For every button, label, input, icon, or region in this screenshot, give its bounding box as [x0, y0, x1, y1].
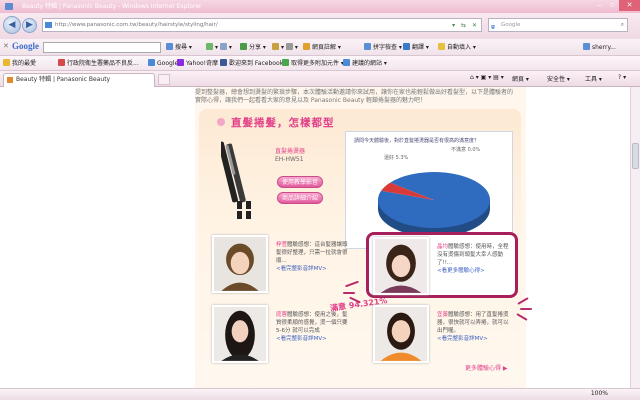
- google-logo: Google: [12, 41, 39, 51]
- reviewer-name: 晶均: [437, 244, 449, 250]
- navigation-bar: ◀ ▶ http://www.panasonic.com.tw/beauty/h…: [0, 13, 640, 39]
- poll-question: 請問今天體驗後，對於直髮捲燙器是否有很高的滿意度？: [354, 138, 480, 144]
- intro-text: 提到整髮器，總會想到燙髮的繁瑣步驟，本次體驗活動邀請你來試用，讓你在家也能輕鬆做…: [195, 89, 514, 104]
- status-bar: 100%: [0, 388, 640, 400]
- review-card-4: 宜蓁體驗感想：用了直髮捲燙器，很快就可以弄捲，就可以出門喔。 <看完整影音詳MV>: [373, 305, 511, 363]
- minimize-button[interactable]: ‒: [593, 0, 606, 11]
- review-text: 體驗感想：這台髮器讓頭髮很好整理，只需一拉就會很順...: [276, 242, 348, 264]
- review-link[interactable]: <看完整影音詳MV>: [276, 266, 327, 272]
- review-link[interactable]: <看完整影音詳MV>: [276, 336, 327, 342]
- favorite-link-addons[interactable]: 取得更多附加元件 ▾: [282, 58, 344, 69]
- tab-beauty[interactable]: Beauty 特輯 | Panasonic Beauty: [3, 73, 155, 87]
- accent-mark: [520, 308, 532, 310]
- favorites-bar: 我的最愛 行政院衛生署藥品不良反... Google Yahoo!奇摩 歡迎來到…: [0, 56, 640, 71]
- review-card-3: 庭蓉體驗感想：使用之後，髮質很柔順的感覺，燙一個只要5-6分 就可以完成 <看完整…: [212, 305, 350, 363]
- review-card-2: 晶均體驗感想：使用時，全程沒有燙傷到頭髮大幸人感動了!!... <看更多體驗心得>: [373, 237, 511, 295]
- page-content: 提到整髮器，總會想到燙髮的繁瑣步驟，本次體驗活動邀請你來試用，讓你在家也能輕鬆做…: [195, 87, 532, 388]
- page-viewport[interactable]: 提到整髮器，總會想到燙髮的繁瑣步驟，本次體驗活動邀請你來試用，讓你在家也能輕鬆做…: [0, 87, 630, 388]
- address-bar[interactable]: http://www.panasonic.com.tw/beauty/hairs…: [42, 18, 482, 32]
- reviewer-photo: [212, 235, 268, 293]
- favorites-button[interactable]: 我的最愛: [3, 58, 36, 69]
- home-icons[interactable]: ⌂ ▾ ▣ ▾ ▤ ▾: [470, 74, 504, 81]
- gbar-translate-button[interactable]: 翻譯 ▾: [403, 42, 429, 53]
- zoom-level[interactable]: 100%: [591, 390, 608, 397]
- review-text: 體驗感想：使用之後，髮質很柔順的感覺，燙一個只要5-6分 就可以完成: [276, 312, 348, 334]
- gbar-tools-icons[interactable]: ▾ ▾: [272, 42, 298, 53]
- more-reviews-link[interactable]: 更多體驗心得 ▶: [465, 363, 508, 372]
- maximize-button[interactable]: ▫: [606, 0, 619, 11]
- reviewer-photo: [373, 237, 429, 295]
- close-button[interactable]: ✕: [619, 0, 640, 11]
- heading-decoration-icon: [217, 118, 225, 126]
- new-tab-button[interactable]: [158, 74, 170, 85]
- search-box[interactable]: g Google ⌕: [488, 18, 628, 32]
- tab-row: Beauty 特輯 | Panasonic Beauty ⌂ ▾ ▣ ▾ ▤ ▾…: [0, 71, 640, 87]
- gbar-extra-icons[interactable]: ▾ ▾: [206, 42, 232, 53]
- vertical-scrollbar[interactable]: [630, 87, 640, 388]
- product-name: 直髮捲燙器 EH-HW51: [275, 148, 306, 163]
- address-text: http://www.panasonic.com.tw/beauty/hairs…: [55, 22, 218, 28]
- gbar-notes-button[interactable]: 網頁註解 ▾: [303, 42, 341, 53]
- favorite-link-yahoo[interactable]: Yahoo!奇摩: [177, 58, 218, 69]
- gbar-search-button[interactable]: 搜尋 ▾: [166, 42, 192, 53]
- review-text: 體驗感想：用了直髮捲燙器，很快就可以弄捲，就可以出門喔。: [437, 312, 509, 334]
- favorite-link-suggested[interactable]: 建議的網站 ▾: [343, 58, 387, 69]
- toolbar-close-icon[interactable]: ✕: [3, 42, 9, 50]
- favorite-link-facebook[interactable]: 歡迎來到 Facebook: [220, 58, 283, 69]
- reviewer-photo: [212, 305, 268, 363]
- favorite-link-1[interactable]: 行政院衛生署藥品不良反...: [58, 58, 139, 69]
- google-search-icon: g: [491, 24, 495, 30]
- product-detail-button[interactable]: 商品詳細介紹: [277, 192, 323, 204]
- refresh-stop-icons[interactable]: ▾ ⇆ ✕: [452, 20, 479, 32]
- reviewer-name: 梓萱: [276, 242, 288, 248]
- ie-icon: [5, 3, 13, 10]
- back-button[interactable]: ◀: [3, 16, 21, 34]
- poll-option-no: 不滿意 0.0%: [451, 147, 481, 153]
- reviewer-name: 宜蓁: [437, 312, 449, 318]
- window-titlebar: Beauty 特輯 | Panasonic Beauty - Windows I…: [0, 0, 640, 13]
- search-placeholder: Google: [501, 22, 521, 28]
- video-tutorial-button[interactable]: 使用教學影音: [277, 176, 323, 188]
- forward-button[interactable]: ▶: [22, 18, 37, 33]
- tab-label: Beauty 特輯 | Panasonic Beauty: [16, 76, 111, 83]
- gbar-autofill-button[interactable]: 自動填入 ▾: [438, 42, 476, 53]
- google-toolbar-input[interactable]: [43, 42, 161, 53]
- google-toolbar: ✕ Google 搜尋 ▾ ▾ ▾ 分享 ▾ ▾ ▾ 網頁註解 ▾ 拼字檢查 ▾…: [0, 39, 640, 56]
- reviewer-photo: [373, 305, 429, 363]
- section-heading: 直髮捲髮，怎樣都型: [231, 117, 335, 129]
- window-title: Beauty 特輯 | Panasonic Beauty - Windows I…: [22, 3, 202, 10]
- review-text: 體驗感想：使用時，全程沒有燙傷到頭髮大幸人感動了!!...: [437, 244, 509, 266]
- hair-iron-image: [221, 141, 251, 219]
- gbar-user-button[interactable]: sherry...: [583, 42, 616, 53]
- scrollbar-thumb[interactable]: [632, 143, 639, 169]
- safety-menu[interactable]: 安全性 ▾: [547, 74, 570, 83]
- page-menu[interactable]: 網頁 ▾: [512, 74, 529, 83]
- tools-menu[interactable]: 工具 ▾: [585, 74, 602, 83]
- tab-favicon: [7, 77, 13, 83]
- magnifier-icon[interactable]: ⌕: [621, 19, 624, 31]
- review-link[interactable]: <看完整影音詳MV>: [437, 336, 488, 342]
- help-icon[interactable]: ? ▾: [618, 74, 626, 81]
- reviewer-name: 庭蓉: [276, 312, 288, 318]
- review-link[interactable]: <看更多體驗心得>: [437, 268, 485, 274]
- favorite-link-google[interactable]: Google: [148, 58, 178, 69]
- gbar-spellcheck-button[interactable]: 拼字檢查 ▾: [364, 42, 402, 53]
- gbar-share-button[interactable]: 分享 ▾: [240, 42, 266, 53]
- site-favicon: [45, 22, 52, 28]
- review-card-1: 梓萱體驗感想：這台髮器讓頭髮很好整理，只需一拉就會很順... <看完整影音詳MV>: [212, 235, 350, 293]
